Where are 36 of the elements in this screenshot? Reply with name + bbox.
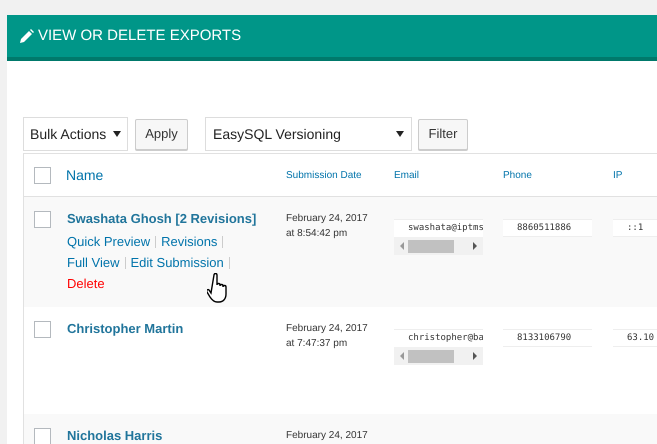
- email-field[interactable]: swashata@iptms: [394, 219, 483, 255]
- submission-time: at 8:54:42 pm: [286, 227, 348, 241]
- checkbox[interactable]: [34, 428, 51, 444]
- action-link[interactable]: Quick Preview: [67, 231, 150, 252]
- filter-button[interactable]: Filter: [418, 118, 468, 150]
- submitter-name[interactable]: Swashata Ghosh [2 Revisions]: [67, 211, 270, 227]
- checkbox[interactable]: [34, 211, 51, 228]
- bulk-actions-select[interactable]: Bulk Actions: [23, 117, 128, 151]
- checkbox[interactable]: [34, 321, 51, 338]
- form-select[interactable]: EasySQL Versioning: [205, 117, 412, 151]
- pencil-icon: [20, 29, 34, 43]
- submission-date: February 24, 2017: [286, 322, 369, 336]
- action-link[interactable]: Full View: [67, 252, 120, 273]
- header-title: VIEW OR DELETE EXPORTS: [38, 26, 242, 46]
- caret-icon: [113, 131, 121, 137]
- column-header[interactable]: Name: [59, 164, 278, 186]
- column-header[interactable]: Phone: [495, 168, 605, 182]
- ip-field[interactable]: 63.10: [613, 329, 657, 347]
- column-header[interactable]: Submission Date: [278, 168, 386, 182]
- delete-link[interactable]: Delete: [67, 273, 105, 294]
- submission-date: February 24, 2017: [286, 212, 369, 226]
- checkbox[interactable]: [34, 166, 51, 184]
- phone-field[interactable]: 8133106790: [503, 329, 592, 347]
- ip-field[interactable]: ::1: [613, 219, 657, 237]
- submitter-name[interactable]: Christopher Martin: [67, 321, 270, 337]
- email-field[interactable]: christopher@ba: [394, 329, 483, 365]
- submission-time: at 7:47:37 pm: [286, 337, 348, 351]
- action-link[interactable]: Revisions: [161, 231, 218, 252]
- caret-icon: [396, 131, 404, 137]
- column-header[interactable]: IP: [605, 168, 657, 182]
- column-header[interactable]: Email: [386, 168, 495, 182]
- apply-button[interactable]: Apply: [135, 118, 188, 150]
- phone-field[interactable]: 8860511886: [503, 219, 592, 237]
- action-link[interactable]: Edit Submission: [130, 252, 224, 273]
- submission-date: February 24, 2017: [286, 429, 369, 443]
- submitter-name[interactable]: Nicholas Harris: [67, 428, 270, 444]
